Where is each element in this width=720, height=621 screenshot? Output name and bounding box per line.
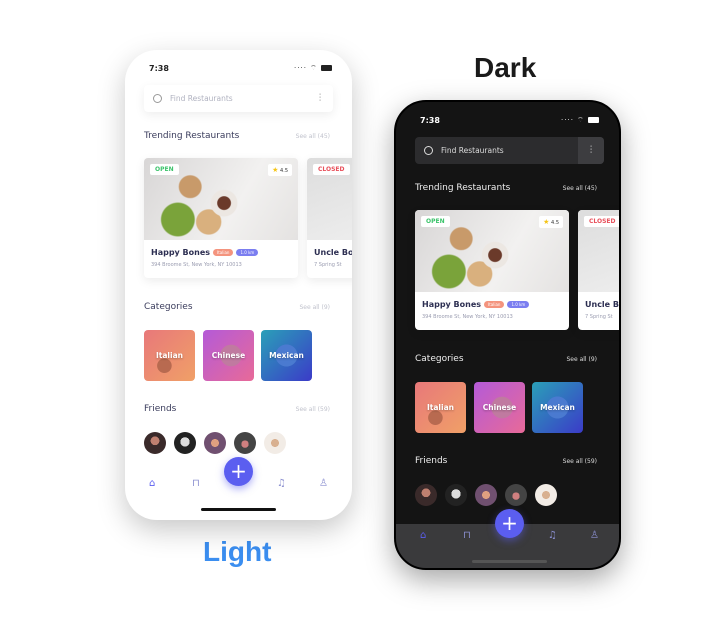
filter-icon[interactable]: ⫶ <box>307 85 333 112</box>
trending-see-all[interactable]: See all (45) <box>296 133 330 140</box>
status-badge: OPEN <box>421 216 450 227</box>
home-icon[interactable]: ⌂ <box>420 530 426 541</box>
categories-title: Categories <box>415 354 464 364</box>
friend-avatar[interactable] <box>475 484 497 506</box>
restaurant-address: 7 Spring St <box>585 314 613 320</box>
wifi-icon: ⌔ <box>577 116 585 124</box>
rating-value: 4.5 <box>280 168 288 174</box>
restaurant-name: Uncle Boons <box>585 300 619 309</box>
home-indicator <box>201 508 276 511</box>
categories-see-all[interactable]: See all (9) <box>299 304 330 311</box>
rating-badge: ★ 4.5 <box>268 164 292 176</box>
user-icon[interactable]: ♙ <box>590 530 599 541</box>
categories-title: Categories <box>144 302 193 312</box>
restaurant-card[interactable]: CLOSED Uncle Boons 7 Spring St <box>578 210 619 330</box>
status-badge: OPEN <box>150 164 179 175</box>
battery-icon <box>588 117 599 123</box>
search-placeholder: Find Restaurants <box>441 146 504 155</box>
search-input[interactable]: Find Restaurants ⫶ <box>415 137 604 164</box>
rating-value: 4.5 <box>551 220 559 226</box>
restaurant-name: Happy Bones <box>151 248 211 257</box>
friends-title: Friends <box>415 456 448 466</box>
category-italian[interactable]: Italian <box>144 330 195 381</box>
dark-label: Dark <box>474 52 537 83</box>
star-icon: ★ <box>272 166 279 174</box>
bell-icon[interactable]: ♫ <box>548 530 557 541</box>
friend-avatar[interactable] <box>204 432 226 454</box>
cuisine-pill: Italian <box>213 249 234 256</box>
distance-pill: 1.0 km <box>236 249 259 256</box>
battery-icon <box>321 65 332 71</box>
categories-see-all[interactable]: See all (9) <box>566 356 597 363</box>
category-mexican[interactable]: Mexican <box>261 330 312 381</box>
category-mexican[interactable]: Mexican <box>532 382 583 433</box>
category-chinese[interactable]: Chinese <box>474 382 525 433</box>
search-icon <box>153 94 162 103</box>
search-icon <box>424 146 433 155</box>
friend-avatar[interactable] <box>234 432 256 454</box>
friend-avatar[interactable] <box>505 484 527 506</box>
restaurant-card[interactable]: OPEN ★ 4.5 Happy Bones Italian 1.0 km 394 … <box>415 210 569 330</box>
search-input[interactable]: Find Restaurants ⫶ <box>144 85 333 112</box>
category-chinese[interactable]: Chinese <box>203 330 254 381</box>
friends-see-all[interactable]: See all (59) <box>563 458 597 465</box>
status-icons: ···· ⌔ <box>561 116 599 125</box>
wifi-icon: ⌔ <box>310 64 318 72</box>
restaurant-name: Uncle Boons <box>314 248 352 257</box>
category-italian[interactable]: Italian <box>415 382 466 433</box>
trending-title: Trending Restaurants <box>144 131 240 141</box>
filter-icon[interactable]: ⫶ <box>578 137 604 164</box>
cuisine-pill: Italian <box>484 301 505 308</box>
status-time: 7:38 <box>420 116 440 125</box>
friend-avatar[interactable] <box>264 432 286 454</box>
status-icons: ···· ⌔ <box>294 64 332 73</box>
restaurant-address: 394 Broome St, New York, NY 10013 <box>151 262 242 268</box>
star-icon: ★ <box>543 218 550 226</box>
friend-avatar[interactable] <box>415 484 437 506</box>
friend-avatar[interactable] <box>445 484 467 506</box>
user-icon[interactable]: ♙ <box>319 478 328 489</box>
restaurant-card[interactable]: CLOSED Uncle Boons 7 Spring St <box>307 158 352 278</box>
bell-icon[interactable]: ♫ <box>277 478 286 489</box>
status-badge: CLOSED <box>584 216 619 227</box>
trending-see-all[interactable]: See all (45) <box>563 185 597 192</box>
restaurant-address: 394 Broome St, New York, NY 10013 <box>422 314 513 320</box>
add-button[interactable]: + <box>495 509 524 538</box>
status-badge: CLOSED <box>313 164 350 175</box>
add-button[interactable]: + <box>224 457 253 486</box>
restaurant-card[interactable]: OPEN ★ 4.5 Happy Bones Italian 1.0 km 394 … <box>144 158 298 278</box>
dark-phone: 7:38 ···· ⌔ Find Restaurants ⫶ Trending … <box>394 100 621 570</box>
restaurant-name: Happy Bones <box>422 300 482 309</box>
home-indicator <box>472 560 547 563</box>
light-label: Light <box>203 536 272 567</box>
search-placeholder: Find Restaurants <box>170 94 233 103</box>
bookmark-icon[interactable]: ⊓ <box>463 530 471 541</box>
home-icon[interactable]: ⌂ <box>149 478 155 489</box>
friend-avatar[interactable] <box>535 484 557 506</box>
bookmark-icon[interactable]: ⊓ <box>192 478 200 489</box>
friend-avatar[interactable] <box>174 432 196 454</box>
status-time: 7:38 <box>149 64 169 73</box>
light-phone: 7:38 ···· ⌔ Find Restaurants ⫶ Trending … <box>125 50 352 520</box>
restaurant-address: 7 Spring St <box>314 262 342 268</box>
rating-badge: ★ 4.5 <box>539 216 563 228</box>
trending-title: Trending Restaurants <box>415 183 511 193</box>
distance-pill: 1.0 km <box>507 301 530 308</box>
friends-title: Friends <box>144 404 177 414</box>
friends-see-all[interactable]: See all (59) <box>296 406 330 413</box>
friend-avatar[interactable] <box>144 432 166 454</box>
